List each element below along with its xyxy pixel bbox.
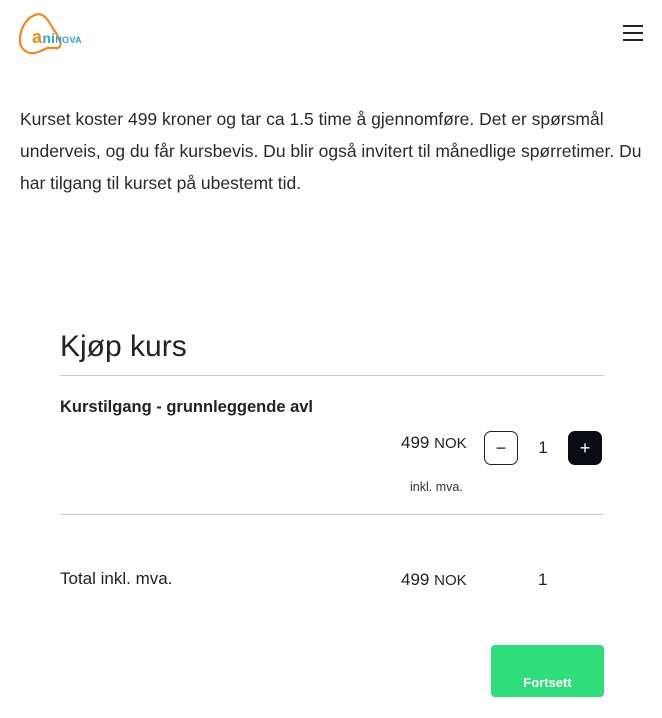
plus-icon: + xyxy=(579,437,591,458)
minus-icon: − xyxy=(495,437,507,458)
divider xyxy=(60,514,604,515)
product-name: Kurstilgang - grunnleggende avl xyxy=(60,398,314,416)
decrease-quantity-button[interactable]: − xyxy=(484,431,518,465)
increase-quantity-button[interactable]: + xyxy=(568,431,602,465)
course-description: Kurset koster 499 kroner og tar ca 1.5 t… xyxy=(20,109,642,193)
divider xyxy=(60,375,604,376)
hamburger-menu-icon[interactable] xyxy=(623,25,645,41)
product-price: 499 NOK xyxy=(401,433,467,452)
quantity-input[interactable] xyxy=(522,432,564,464)
total-price: 499 NOK xyxy=(401,570,467,589)
site-header: aniNOVA xyxy=(0,0,662,70)
total-quantity: 1 xyxy=(538,570,548,589)
continue-button[interactable]: Fortsett xyxy=(491,645,604,697)
vat-note: inkl. mva. xyxy=(410,480,463,494)
total-label: Total inkl. mva. xyxy=(60,569,173,588)
aninova-logo[interactable]: aniNOVA xyxy=(18,12,88,56)
logo-text: aniNOVA xyxy=(32,27,82,47)
buy-course-title: Kjøp kurs xyxy=(60,330,187,363)
